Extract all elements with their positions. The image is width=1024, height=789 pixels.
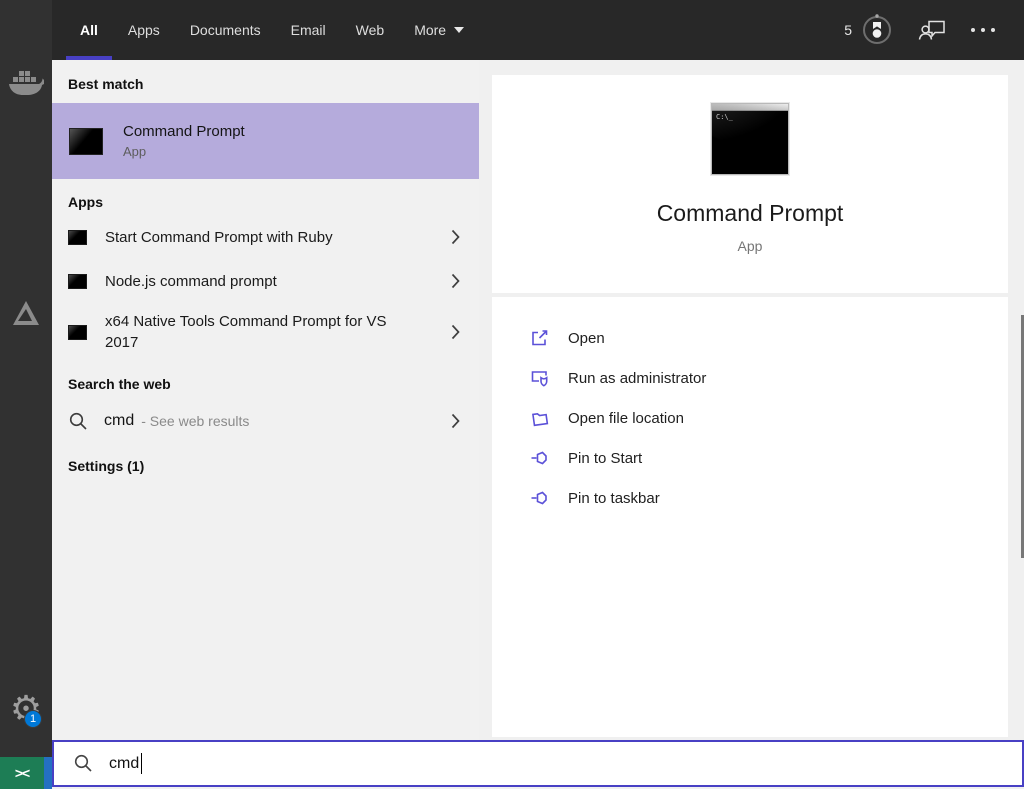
open-file-location-action[interactable]: Open file location xyxy=(492,398,1008,438)
app-result-ruby-prompt[interactable]: Start Command Prompt with Ruby xyxy=(52,215,479,259)
azure-icon[interactable] xyxy=(0,298,52,328)
chevron-right-icon xyxy=(451,273,461,289)
pin-icon xyxy=(530,488,550,508)
pin-to-taskbar-action[interactable]: Pin to taskbar xyxy=(492,478,1008,518)
preview-header-card: C:\_ Command Prompt App xyxy=(492,75,1008,293)
filter-tabs: All Apps Documents Email Web More xyxy=(66,0,465,60)
command-prompt-preview-icon: C:\_ xyxy=(711,103,789,175)
tab-web[interactable]: Web xyxy=(356,0,385,60)
docker-icon[interactable] xyxy=(0,70,52,98)
app-result-x64-native-tools[interactable]: x64 Native Tools Command Prompt for VS 2… xyxy=(52,303,479,361)
more-options-icon[interactable] xyxy=(970,27,996,33)
run-as-admin-icon xyxy=(530,368,550,388)
command-prompt-icon xyxy=(69,127,103,155)
chevron-right-icon xyxy=(451,324,461,340)
settings-gear-icon[interactable]: ⚙ 1 xyxy=(0,684,52,736)
apps-header: Apps xyxy=(68,194,103,210)
preview-actions-card: Open Run as administrator Open file loca… xyxy=(492,297,1008,737)
open-file-location-icon xyxy=(530,408,550,428)
run-as-administrator-action[interactable]: Run as administrator xyxy=(492,358,1008,398)
terminal-icon xyxy=(68,273,87,289)
best-match-title: Command Prompt xyxy=(123,123,245,140)
best-match-type: App xyxy=(123,144,147,159)
tab-email[interactable]: Email xyxy=(291,0,326,60)
search-web-header: Search the web xyxy=(68,376,171,392)
feedback-icon[interactable] xyxy=(918,18,946,42)
taskbar-app-strip[interactable] xyxy=(44,757,52,789)
pin-icon xyxy=(530,448,550,468)
chevron-down-icon xyxy=(454,27,465,33)
settings-header: Settings (1) xyxy=(68,458,145,474)
search-input[interactable]: cmd xyxy=(52,740,1024,787)
open-action[interactable]: Open xyxy=(492,318,1008,358)
rewards-count: 5 xyxy=(844,22,852,38)
tab-documents[interactable]: Documents xyxy=(190,0,261,60)
terminal-icon xyxy=(68,229,87,245)
web-hint-text: - See web results xyxy=(141,413,250,429)
chevron-right-icon xyxy=(451,413,461,429)
web-query-text: cmd xyxy=(104,412,135,429)
settings-notification-badge: 1 xyxy=(24,710,42,728)
tab-all[interactable]: All xyxy=(66,0,112,60)
search-icon xyxy=(68,411,89,432)
web-search-result[interactable]: cmd - See web results xyxy=(52,399,479,443)
rewards-medal-icon xyxy=(863,14,891,44)
pin-to-start-action[interactable]: Pin to Start xyxy=(492,438,1008,478)
best-match-result[interactable]: Command Prompt App xyxy=(52,103,479,179)
best-match-header: Best match xyxy=(68,76,144,92)
app-result-nodejs-prompt[interactable]: Node.js command prompt xyxy=(52,259,479,303)
search-filter-bar: All Apps Documents Email Web More 5 xyxy=(52,0,1024,60)
preview-type: App xyxy=(737,238,763,254)
open-icon xyxy=(530,328,550,348)
search-input-value: cmd xyxy=(109,754,140,772)
topbar-right-icons: 5 xyxy=(844,13,1024,47)
preview-panel: C:\_ Command Prompt App Open Run as admi… xyxy=(479,60,1024,789)
chevron-right-icon xyxy=(451,229,461,245)
preview-title: Command Prompt xyxy=(656,200,844,226)
tab-apps[interactable]: Apps xyxy=(128,0,160,60)
rewards-button[interactable]: 5 xyxy=(844,13,894,47)
text-cursor xyxy=(141,753,143,774)
tab-more[interactable]: More xyxy=(414,0,465,60)
search-results-panel: Best match Command Prompt App Apps Start… xyxy=(52,60,479,740)
vscode-remote-icon[interactable]: >< xyxy=(0,757,44,789)
app-sidebar: ⚙ 1 xyxy=(0,0,52,789)
search-icon xyxy=(73,753,94,774)
terminal-icon xyxy=(68,324,87,340)
